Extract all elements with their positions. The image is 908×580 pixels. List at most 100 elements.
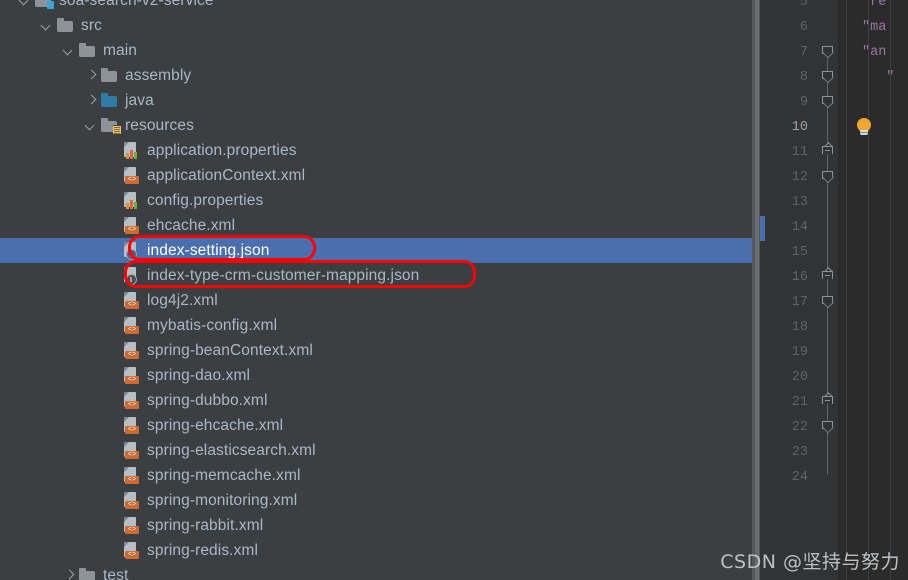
tree-row[interactable]: <> spring-beanContext.xml xyxy=(0,338,760,363)
tree-row[interactable]: src xyxy=(0,13,760,38)
chevron-down-icon[interactable] xyxy=(40,19,54,33)
tree-row-label: index-type-crm-customer-mapping.json xyxy=(147,266,420,284)
tree-row[interactable]: <> spring-dubbo.xml xyxy=(0,388,760,413)
xml-file-icon: <> xyxy=(123,442,140,459)
line-number: 12 xyxy=(791,170,808,185)
tree-row[interactable]: resources xyxy=(0,113,760,138)
line-number: 20 xyxy=(791,370,808,385)
fold-expand-icon[interactable] xyxy=(820,296,835,310)
fold-expand-icon[interactable] xyxy=(820,46,835,60)
fold-expand-icon[interactable] xyxy=(820,71,835,85)
line-number: 17 xyxy=(791,295,808,310)
fold-collapse-icon[interactable] xyxy=(820,146,835,160)
code-folding-column[interactable] xyxy=(818,0,838,580)
line-number: 19 xyxy=(791,345,808,360)
json-file-icon xyxy=(123,242,140,260)
xml-file-icon: <> xyxy=(123,517,140,534)
fold-region-line xyxy=(827,49,828,474)
chevron-right-icon[interactable] xyxy=(84,94,98,108)
xml-file-icon: <> xyxy=(123,417,140,434)
tree-row[interactable]: <> spring-redis.xml xyxy=(0,538,760,563)
line-number: 18 xyxy=(791,320,808,335)
tree-row[interactable]: <> applicationContext.xml xyxy=(0,163,760,188)
line-number: 21 xyxy=(791,395,808,410)
tree-row[interactable]: <> log4j2.xml xyxy=(0,288,760,313)
tree-row[interactable]: assembly xyxy=(0,63,760,88)
tree-row-label: main xyxy=(103,41,137,59)
code-fragment: "an xyxy=(862,45,887,60)
code-fragment: " xyxy=(862,70,895,85)
code-text-area[interactable]: "re "ma "an " xyxy=(838,0,908,580)
tree-row[interactable]: index-setting.json xyxy=(0,238,760,263)
tree-row-label: log4j2.xml xyxy=(147,291,218,309)
line-number: 9 xyxy=(799,95,808,110)
tree-row[interactable]: config.properties xyxy=(0,188,760,213)
csdn-watermark: CSDN @坚持与努力 xyxy=(720,551,900,573)
tree-row[interactable]: <> ehcache.xml xyxy=(0,213,760,238)
fold-expand-icon[interactable] xyxy=(820,96,835,110)
line-number: 6 xyxy=(799,20,808,35)
tree-row-label: java xyxy=(125,91,154,109)
fold-collapse-icon[interactable] xyxy=(820,271,835,285)
tree-row[interactable]: <> spring-monitoring.xml xyxy=(0,488,760,513)
folder-icon xyxy=(79,43,96,58)
fold-expand-icon[interactable] xyxy=(820,421,835,435)
tree-row[interactable]: application.properties xyxy=(0,138,760,163)
indent-guide xyxy=(868,0,869,580)
line-number: 14 xyxy=(791,220,808,235)
line-number: 5 xyxy=(799,0,808,10)
tree-row[interactable]: java xyxy=(0,88,760,113)
chevron-down-icon[interactable] xyxy=(18,0,32,8)
line-number: 8 xyxy=(799,70,808,85)
chevron-right-icon[interactable] xyxy=(84,69,98,83)
tree-row[interactable]: test xyxy=(0,563,760,580)
tree-row[interactable]: <> spring-dao.xml xyxy=(0,363,760,388)
lightbulb-icon[interactable] xyxy=(856,118,872,137)
line-number: 11 xyxy=(791,145,808,160)
tree-row[interactable]: main xyxy=(0,38,760,63)
xml-file-icon: <> xyxy=(123,217,140,234)
panel-divider-handle[interactable] xyxy=(755,0,759,580)
module-folder-icon xyxy=(35,0,54,9)
tree-row[interactable]: <> spring-rabbit.xml xyxy=(0,513,760,538)
tree-row[interactable]: <> spring-memcache.xml xyxy=(0,463,760,488)
tree-row[interactable]: <> spring-ehcache.xml xyxy=(0,413,760,438)
line-number: 7 xyxy=(799,45,808,60)
chevron-down-icon[interactable] xyxy=(62,44,76,58)
chevron-right-icon[interactable] xyxy=(62,569,76,580)
tree-row-label: mybatis-config.xml xyxy=(147,316,278,334)
project-tree-panel[interactable]: soa-search-v2-service src main assembly java… xyxy=(0,0,760,580)
fold-collapse-icon[interactable] xyxy=(820,396,835,410)
xml-file-icon: <> xyxy=(123,167,140,184)
ide-project-view: soa-search-v2-service src main assembly java… xyxy=(0,0,908,580)
tree-row[interactable]: index-type-crm-customer-mapping.json xyxy=(0,263,760,288)
editor-gutter[interactable]: 5 6 7 8 9 10 11 12 13 14 15 16 17 18 19 20 21 22 23 24 xyxy=(760,0,818,580)
fold-expand-icon[interactable] xyxy=(820,171,835,185)
tree-row[interactable]: <> mybatis-config.xml xyxy=(0,313,760,338)
tree-row-label: test xyxy=(103,566,129,580)
chevron-down-icon[interactable] xyxy=(84,119,98,133)
tree-row[interactable]: soa-search-v2-service xyxy=(0,0,760,13)
tree-row-label: spring-monitoring.xml xyxy=(147,491,298,509)
tree-row-label: ehcache.xml xyxy=(147,216,236,234)
json-file-icon xyxy=(123,267,140,285)
xml-file-icon: <> xyxy=(123,492,140,509)
tree-row[interactable]: <> spring-elasticsearch.xml xyxy=(0,438,760,463)
tree-row-label: application.properties xyxy=(147,141,297,159)
code-fragment: "ma xyxy=(862,20,887,35)
gutter-selection-stripe xyxy=(760,216,765,241)
editor-panel[interactable]: 5 6 7 8 9 10 11 12 13 14 15 16 17 18 19 20 21 22 23 24 "re "… xyxy=(760,0,908,580)
tree-row-label: spring-dubbo.xml xyxy=(147,391,268,409)
